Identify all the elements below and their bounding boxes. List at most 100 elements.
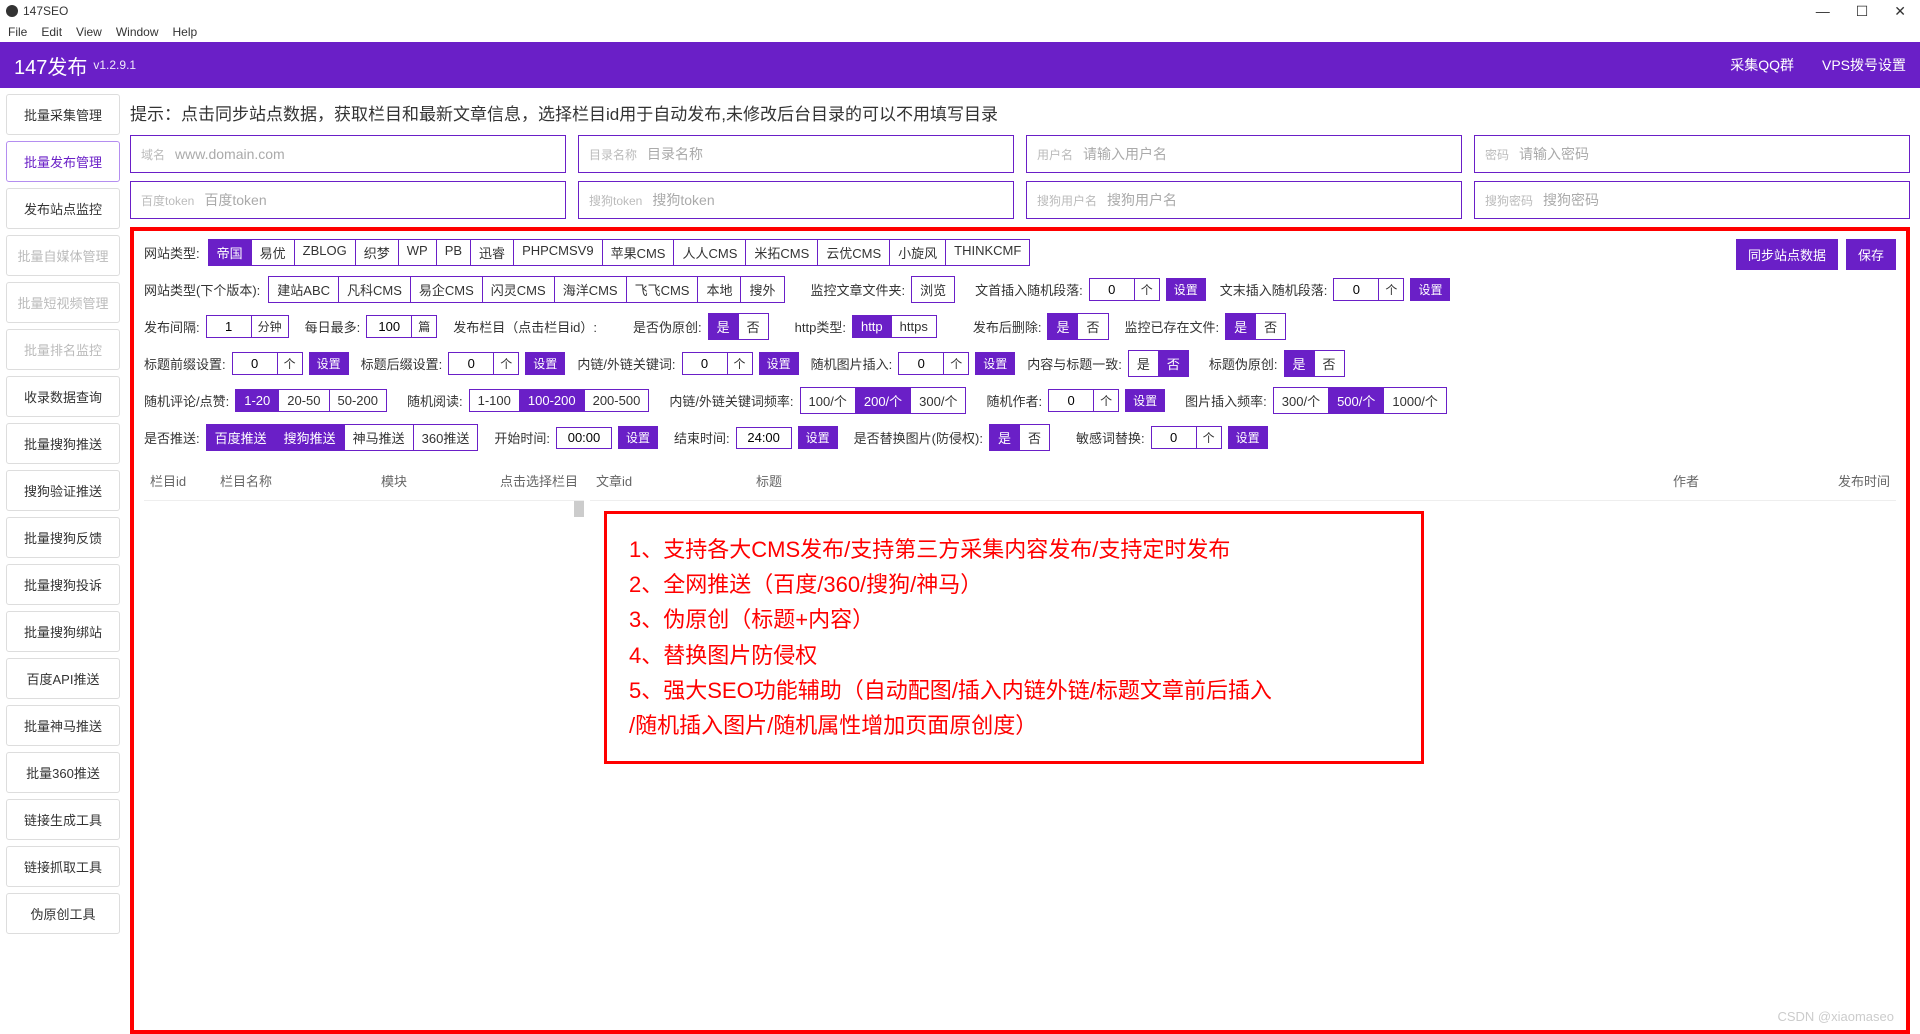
sidebar-item-14[interactable]: 批量360推送 xyxy=(6,752,120,793)
r5r-opt-1[interactable]: 100-200 xyxy=(519,389,585,412)
rand-img-set[interactable]: 设置 xyxy=(975,352,1015,375)
pre-insert-set[interactable]: 设置 xyxy=(1166,278,1206,301)
https-opt[interactable]: https xyxy=(891,315,937,338)
interval-input[interactable] xyxy=(206,315,252,338)
end-set[interactable]: 设置 xyxy=(798,426,838,449)
sidebar-item-9[interactable]: 批量搜狗反馈 xyxy=(6,517,120,558)
post-insert-input[interactable] xyxy=(1333,278,1379,301)
orig-no[interactable]: 否 xyxy=(738,313,769,340)
sidebar-item-0[interactable]: 批量采集管理 xyxy=(6,94,120,135)
r5l-opt-0[interactable]: 100/个 xyxy=(800,387,856,414)
r5i-opt-1[interactable]: 500/个 xyxy=(1328,387,1384,414)
menu-window[interactable]: Window xyxy=(116,25,159,39)
link-kw-set[interactable]: 设置 xyxy=(759,352,799,375)
siteTypes-opt-8[interactable]: 苹果CMS xyxy=(602,239,675,266)
sens-input[interactable] xyxy=(1151,426,1197,449)
exist-no[interactable]: 否 xyxy=(1255,313,1286,340)
title-orig-no[interactable]: 否 xyxy=(1314,350,1345,377)
prefix-input[interactable] xyxy=(232,352,278,375)
push-opt-0[interactable]: 百度推送 xyxy=(206,424,276,451)
r5r-opt-0[interactable]: 1-100 xyxy=(469,389,520,412)
siteTypes-opt-12[interactable]: 小旋风 xyxy=(889,239,946,266)
start-input[interactable] xyxy=(556,427,612,449)
row2opts-opt-2[interactable]: 易企CMS xyxy=(410,276,483,303)
inputs1-input-3[interactable] xyxy=(1519,146,1899,162)
sidebar-item-11[interactable]: 批量搜狗绑站 xyxy=(6,611,120,652)
inputs2-input-3[interactable] xyxy=(1543,192,1899,208)
table-columns-body[interactable] xyxy=(144,501,584,841)
siteTypes-opt-0[interactable]: 帝国 xyxy=(208,239,252,266)
push-opt-1[interactable]: 搜狗推送 xyxy=(275,424,345,451)
sync-site-button[interactable]: 同步站点数据 xyxy=(1736,239,1838,270)
start-set[interactable]: 设置 xyxy=(618,426,658,449)
del-yes[interactable]: 是 xyxy=(1047,313,1078,340)
siteTypes-opt-7[interactable]: PHPCMSV9 xyxy=(513,239,603,266)
siteTypes-opt-2[interactable]: ZBLOG xyxy=(294,239,356,266)
rand-img-input[interactable] xyxy=(898,352,944,375)
maximize-button[interactable]: ☐ xyxy=(1856,3,1869,20)
suffix-input[interactable] xyxy=(448,352,494,375)
siteTypes-opt-9[interactable]: 人人CMS xyxy=(673,239,746,266)
daily-input[interactable] xyxy=(366,315,412,338)
inputs2-input-0[interactable] xyxy=(204,192,555,208)
end-input[interactable] xyxy=(736,427,792,449)
sidebar-item-7[interactable]: 批量搜狗推送 xyxy=(6,423,120,464)
link-vps-dial[interactable]: VPS拨号设置 xyxy=(1822,55,1906,75)
sens-set[interactable]: 设置 xyxy=(1228,426,1268,449)
row2opts-opt-3[interactable]: 闪灵CMS xyxy=(482,276,555,303)
row2opts-opt-4[interactable]: 海洋CMS xyxy=(554,276,627,303)
author-set[interactable]: 设置 xyxy=(1125,389,1165,412)
post-insert-set[interactable]: 设置 xyxy=(1410,278,1450,301)
menu-edit[interactable]: Edit xyxy=(41,25,62,39)
r5i-opt-0[interactable]: 300/个 xyxy=(1273,387,1329,414)
close-button[interactable]: ✕ xyxy=(1894,3,1906,20)
author-input[interactable] xyxy=(1048,389,1094,412)
suffix-set[interactable]: 设置 xyxy=(525,352,565,375)
siteTypes-opt-13[interactable]: THINKCMF xyxy=(945,239,1030,266)
pre-insert-input[interactable] xyxy=(1089,278,1135,301)
push-opt-3[interactable]: 360推送 xyxy=(413,424,479,451)
r5c-opt-2[interactable]: 50-200 xyxy=(329,389,387,412)
sidebar-item-4[interactable]: 批量短视频管理 xyxy=(6,282,120,323)
sidebar-item-10[interactable]: 批量搜狗投诉 xyxy=(6,564,120,605)
menu-view[interactable]: View xyxy=(76,25,102,39)
r5i-opt-2[interactable]: 1000/个 xyxy=(1383,387,1447,414)
sidebar-item-13[interactable]: 批量神马推送 xyxy=(6,705,120,746)
row2opts-opt-7[interactable]: 搜外 xyxy=(740,276,784,303)
sidebar-item-3[interactable]: 批量自媒体管理 xyxy=(6,235,120,276)
row2opts-opt-6[interactable]: 本地 xyxy=(697,276,741,303)
replace-no[interactable]: 否 xyxy=(1019,424,1050,451)
browse-button[interactable]: 浏览 xyxy=(911,276,955,303)
del-no[interactable]: 否 xyxy=(1077,313,1108,340)
orig-yes[interactable]: 是 xyxy=(708,313,739,340)
sidebar-item-2[interactable]: 发布站点监控 xyxy=(6,188,120,229)
siteTypes-opt-11[interactable]: 云优CMS xyxy=(817,239,890,266)
r5r-opt-2[interactable]: 200-500 xyxy=(584,389,650,412)
sidebar-item-6[interactable]: 收录数据查询 xyxy=(6,376,120,417)
scrollbar-thumb[interactable] xyxy=(574,501,584,517)
inputs1-input-0[interactable] xyxy=(175,146,555,162)
inputs1-input-1[interactable] xyxy=(647,146,1003,162)
siteTypes-opt-3[interactable]: 织梦 xyxy=(355,239,399,266)
push-opt-2[interactable]: 神马推送 xyxy=(344,424,414,451)
prefix-set[interactable]: 设置 xyxy=(309,352,349,375)
row2opts-opt-1[interactable]: 凡科CMS xyxy=(338,276,411,303)
inputs2-input-2[interactable] xyxy=(1107,192,1451,208)
link-kw-input[interactable] xyxy=(682,352,728,375)
r5c-opt-0[interactable]: 1-20 xyxy=(235,389,279,412)
sidebar-item-12[interactable]: 百度API推送 xyxy=(6,658,120,699)
siteTypes-opt-5[interactable]: PB xyxy=(436,239,471,266)
siteTypes-opt-10[interactable]: 米拓CMS xyxy=(745,239,818,266)
sidebar-item-17[interactable]: 伪原创工具 xyxy=(6,893,120,934)
sidebar-item-16[interactable]: 链接抓取工具 xyxy=(6,846,120,887)
sidebar-item-5[interactable]: 批量排名监控 xyxy=(6,329,120,370)
menu-file[interactable]: File xyxy=(8,25,27,39)
http-opt[interactable]: http xyxy=(852,315,892,338)
siteTypes-opt-1[interactable]: 易优 xyxy=(251,239,295,266)
r5l-opt-2[interactable]: 300/个 xyxy=(910,387,966,414)
save-button[interactable]: 保存 xyxy=(1846,239,1896,270)
exist-yes[interactable]: 是 xyxy=(1225,313,1256,340)
minimize-button[interactable]: — xyxy=(1816,3,1830,20)
inputs2-input-1[interactable] xyxy=(652,192,1003,208)
siteTypes-opt-4[interactable]: WP xyxy=(398,239,437,266)
